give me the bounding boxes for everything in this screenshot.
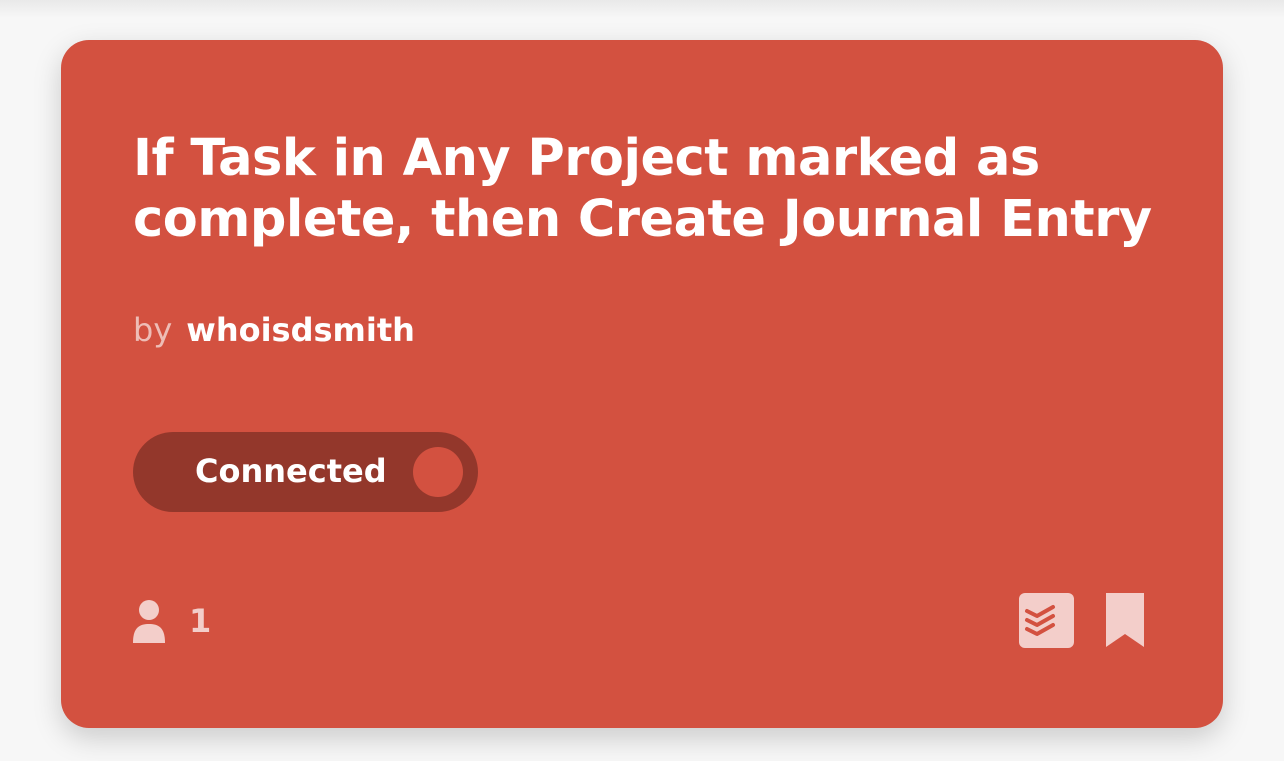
applet-card[interactable]: If Task in Any Project marked as complet… xyxy=(61,40,1223,728)
author-name[interactable]: whoisdsmith xyxy=(186,311,415,349)
previous-card-edge xyxy=(0,0,1284,18)
connected-toggle[interactable]: Connected xyxy=(133,432,478,512)
author-line: by whoisdsmith xyxy=(133,310,415,350)
users-count: 1 xyxy=(131,598,211,644)
bookmark-icon[interactable] xyxy=(1105,592,1145,648)
toggle-label: Connected xyxy=(195,452,387,490)
toggle-knob xyxy=(413,447,463,497)
applet-title[interactable]: If Task in Any Project marked as complet… xyxy=(133,128,1173,250)
todoist-icon[interactable] xyxy=(1019,593,1074,648)
person-icon xyxy=(131,599,167,643)
user-count: 1 xyxy=(189,602,212,640)
by-label: by xyxy=(133,311,173,349)
